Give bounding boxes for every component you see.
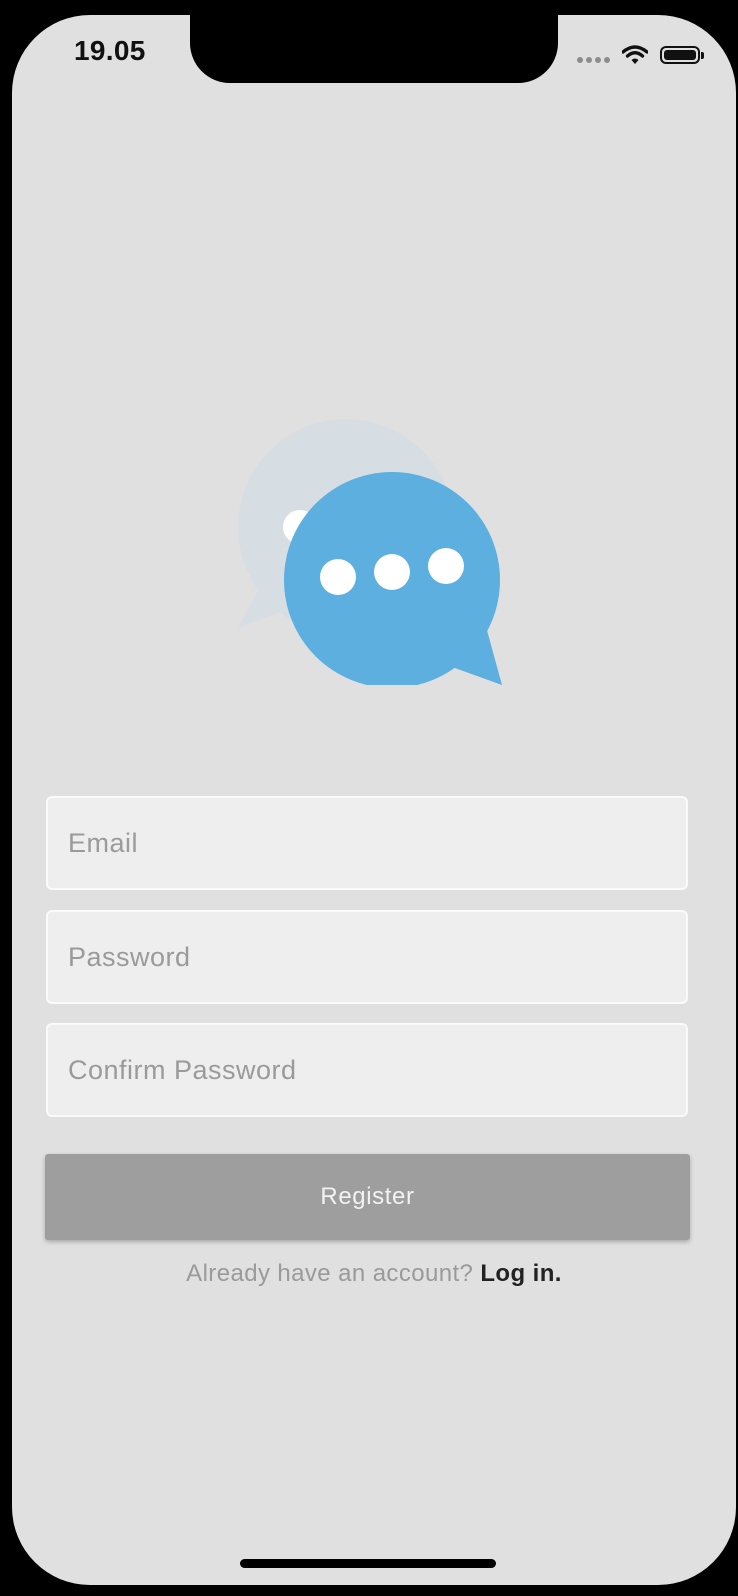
password-field[interactable] [46, 910, 688, 1004]
login-prompt-text: Already have an account? [186, 1260, 474, 1287]
status-time: 19.05 [74, 35, 146, 66]
email-field[interactable] [46, 796, 688, 890]
chat-bubbles-icon [238, 419, 502, 685]
battery-icon [660, 46, 704, 64]
battery-level [664, 50, 696, 60]
signal-dots-icon [577, 57, 610, 63]
home-indicator[interactable] [240, 1559, 496, 1568]
confirm-password-input[interactable] [48, 1025, 686, 1115]
login-link[interactable]: Log in. [480, 1260, 561, 1287]
device-frame: 19.05 Email Register Already have an acc… [0, 0, 738, 1596]
password-input[interactable] [48, 912, 686, 1002]
wifi-icon [622, 45, 648, 64]
front-bubble [284, 472, 502, 685]
status-icons [577, 41, 704, 69]
app-screen: 19.05 Email Register Already have an acc… [12, 15, 736, 1585]
confirm-password-field[interactable] [46, 1023, 688, 1117]
email-input[interactable] [48, 798, 686, 888]
device-notch [190, 15, 558, 83]
register-button[interactable]: Register [45, 1154, 690, 1240]
login-prompt-row: Already have an account? Log in. [12, 1260, 736, 1288]
